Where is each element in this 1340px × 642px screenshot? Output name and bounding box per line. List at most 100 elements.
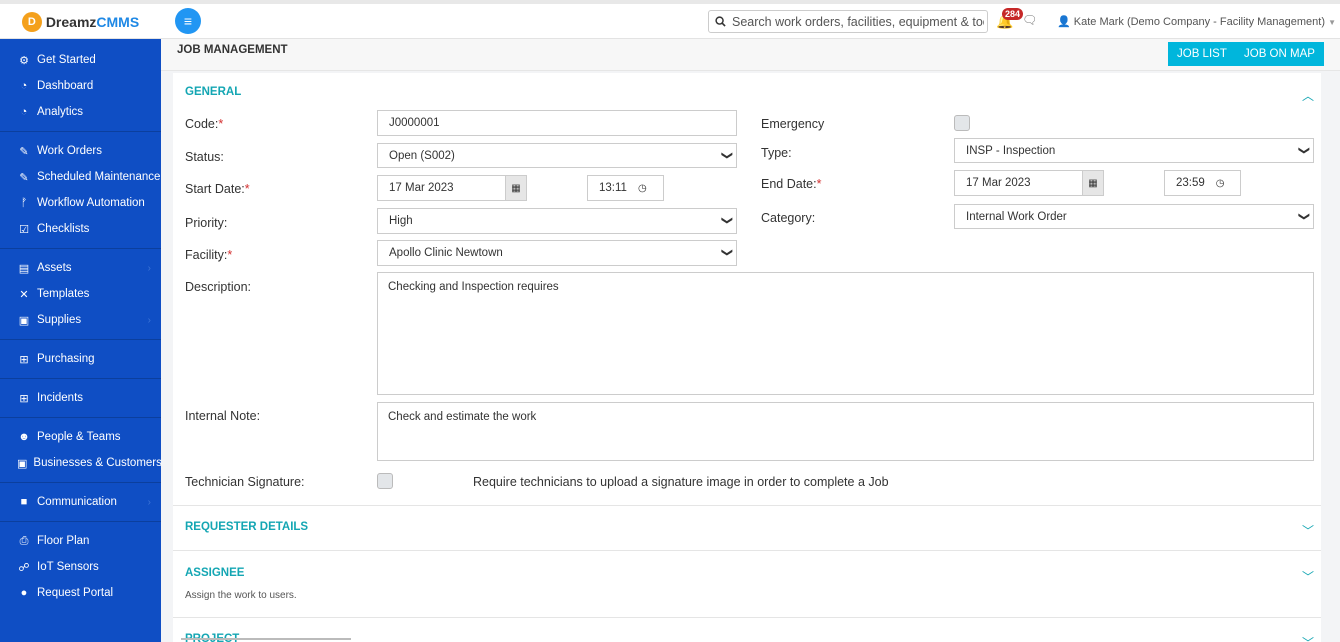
checkbox-icon: ☑ [19,223,29,236]
chevron-right-icon: › [147,314,151,326]
sidebar-item-work-orders[interactable]: ✎ Work Orders [0,138,161,164]
description-label: Description: [185,280,251,294]
sidebar-item-communication[interactable]: ■ Communication › [0,489,161,515]
chevron-down-icon[interactable]: ﹀ [1302,568,1314,585]
internal-note-label: Internal Note: [185,409,261,423]
menu-toggle-button[interactable]: ≡ [175,8,201,34]
sidebar: ⚙ Get Started ◔ Dashboard ◔ Analytics ✎ Work… [0,39,162,642]
clock-icon: ◷ [637,182,647,194]
horizontal-scrollbar[interactable] [181,638,351,640]
sidebar-item-businesses-customers[interactable]: ▣ Businesses & Customers [0,450,162,476]
user-menu[interactable]: 👤 Kate Mark (Demo Company - Facility Man… [1057,15,1336,28]
sidebar-item-request-portal[interactable]: ● Request Portal [0,580,161,606]
category-select[interactable]: Internal Work Order ❯ [954,204,1314,229]
priority-label: Priority: [185,216,228,230]
user-icon: 👤 [1057,16,1071,28]
chevron-down-icon[interactable]: ﹀ [1302,522,1314,539]
chevron-down-icon: ❯ [1297,145,1310,156]
section-divider [173,505,1321,506]
section-divider [173,550,1321,551]
logo-text-cms: CMMS [96,13,140,30]
hamburger-icon: ≡ [183,13,193,29]
app-logo[interactable]: D DreamzCMMS [0,4,161,39]
sidebar-item-iot-sensors[interactable]: ☍ IoT Sensors [0,554,161,580]
sidebar-item-workflow-automation[interactable]: ᚠ Workflow Automation [0,190,161,216]
internal-note-textarea[interactable]: Check and estimate the work [377,402,1314,461]
type-select[interactable]: INSP - Inspection ❯ [954,138,1314,163]
briefcase-icon: ▣ [17,457,28,470]
sidebar-item-purchasing[interactable]: ⊞ Purchasing [0,346,161,372]
chevron-down-icon: ❯ [720,247,733,258]
status-select[interactable]: Open (S002) ❯ [377,143,737,168]
sidebar-item-supplies[interactable]: ▣ Supplies › [0,307,161,333]
chevron-down-icon: ❯ [720,150,733,161]
branch-icon: ᚠ [20,197,28,209]
start-date-input[interactable]: 17 Mar 2023 ▦ [377,175,527,201]
job-on-map-button[interactable]: JOB ON MAP [1235,42,1324,66]
facility-select[interactable]: Apollo Clinic Newtown ❯ [377,240,737,266]
chevron-right-icon: › [147,496,151,508]
start-time-input[interactable]: 13:11 ◷ [587,175,664,201]
sidebar-item-dashboard[interactable]: ◔ Dashboard [0,73,161,99]
shuffle-icon: ✕ [19,288,29,301]
briefcase-icon: ▣ [18,314,30,327]
video-icon: ■ [20,496,28,508]
logo-gear-icon: D [21,11,42,32]
chevron-down-icon: ❯ [720,215,733,226]
logo-text: Dreamz [45,13,97,30]
gears-icon: ⚙ [19,54,29,67]
page-header: JOB MANAGEMENT JOB LIST JOB ON MAP [161,39,1340,71]
required-marker: * [218,117,224,131]
sidebar-item-people-teams[interactable]: ☻ People & Teams [0,424,161,450]
technician-signature-help: Require technicians to upload a signatur… [473,475,889,489]
chevron-up-icon[interactable]: ︿ [1302,87,1314,104]
page-title: JOB MANAGEMENT [177,44,288,56]
print-icon: ⎙ [19,534,29,547]
category-label: Category: [761,211,816,225]
sidebar-item-floor-plan[interactable]: ⎙ Floor Plan [0,528,161,554]
sidebar-item-incidents[interactable]: ⊞ Incidents [0,385,161,411]
section-title-assignee[interactable]: ASSIGNEE [185,567,244,579]
priority-select[interactable]: High ❯ [377,208,737,234]
start-date-label: Start Date:* [185,182,250,196]
end-date-label: End Date:* [761,177,822,191]
clock-icon: ◷ [1215,177,1225,189]
cart-icon: ⊞ [19,353,29,366]
emergency-checkbox[interactable] [954,115,970,131]
code-input[interactable]: J0000001 [377,110,737,136]
sidebar-item-checklists[interactable]: ☑ Checklists [0,216,161,242]
cart-icon: ⊞ [19,392,29,405]
section-title-general: GENERAL [185,86,242,98]
description-textarea[interactable]: Checking and Inspection requires [377,272,1314,395]
user-label: Kate Mark (Demo Company - Facility Manag… [1073,16,1326,28]
top-bar: D DreamzCMMS ≡ 🔔 284 🗨 👤 Kate Mark (Demo… [0,0,1340,39]
chevron-down-icon[interactable]: ﹀ [1302,634,1314,642]
technician-signature-checkbox[interactable] [377,473,393,489]
chevron-down-icon: ❯ [1297,211,1310,222]
section-title-requester-details[interactable]: REQUESTER DETAILS [185,521,308,533]
job-list-button[interactable]: JOB LIST [1168,42,1236,66]
technician-signature-label: Technician Signature: [185,475,305,489]
status-label: Status: [185,150,224,164]
calendar-icon[interactable]: ▦ [505,175,527,201]
emergency-label: Emergency [761,117,825,131]
section-divider [173,617,1321,618]
end-time-input[interactable]: 23:59 ◷ [1164,170,1241,196]
global-search[interactable] [708,10,988,33]
sidebar-item-templates[interactable]: ✕ Templates [0,281,161,307]
facility-label: Facility:* [185,248,233,262]
end-date-input[interactable]: 17 Mar 2023 ▦ [954,170,1104,196]
chat-icon[interactable]: 🗨 [1022,13,1037,27]
sensor-icon: ☍ [18,561,30,574]
asset-icon: ▤ [18,262,30,275]
calendar-icon[interactable]: ▦ [1082,170,1104,196]
job-form-panel: GENERAL ︿ Code:* J0000001 Status: Open (… [173,73,1321,642]
wrench-icon: ✎ [19,171,29,184]
wrench-icon: ✎ [19,145,29,158]
dashboard-icon: ◔ [20,80,28,92]
sidebar-item-analytics[interactable]: ◔ Analytics [0,99,161,125]
sidebar-item-scheduled-maintenance[interactable]: ✎ Scheduled Maintenance [0,164,161,190]
sidebar-item-assets[interactable]: ▤ Assets › [0,255,161,281]
sidebar-item-get-started[interactable]: ⚙ Get Started [0,47,161,73]
search-input[interactable] [732,14,984,29]
